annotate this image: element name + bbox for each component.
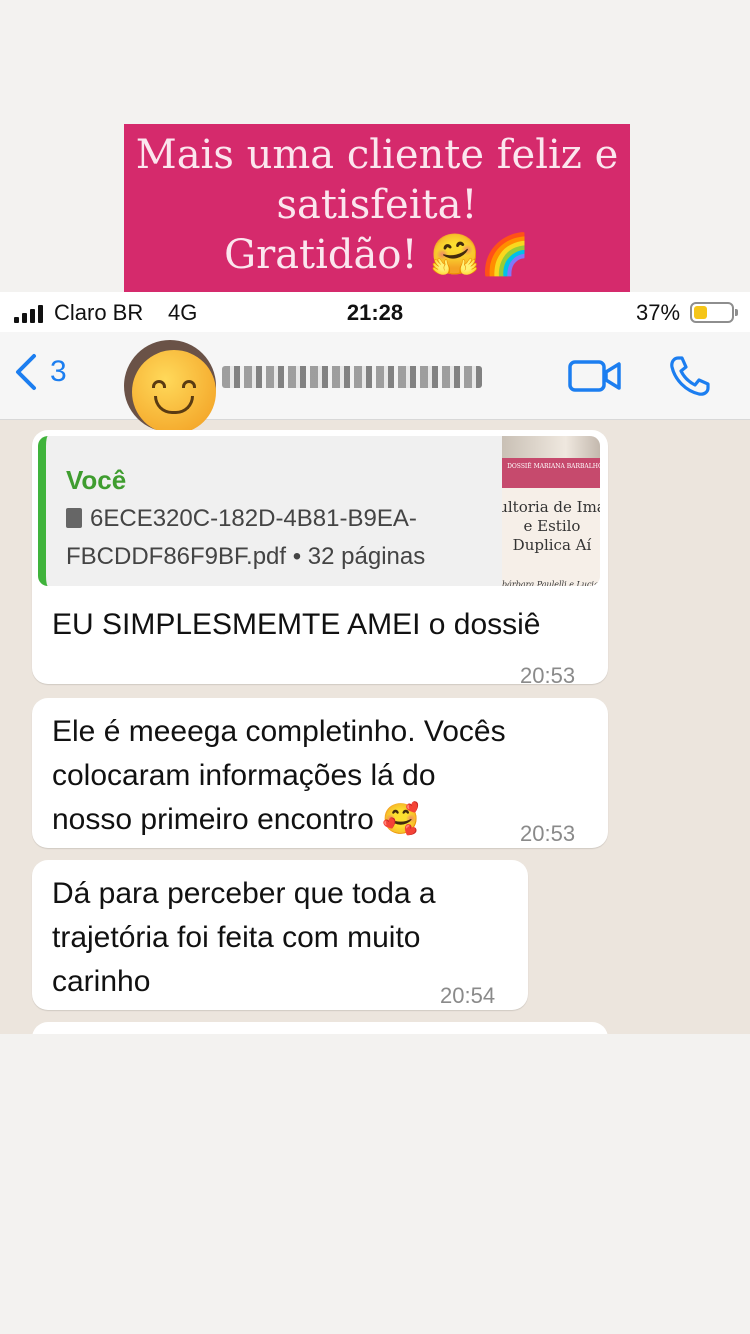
voice-call-button[interactable] [668, 354, 712, 403]
smiling-emoji-icon [132, 350, 216, 434]
message-text: EU SIMPLESMEMTE AMEI o dossiê [52, 608, 541, 641]
message-bubble[interactable]: Ele é meeega completinho. Vocês colocara… [32, 698, 608, 848]
message-line-3: nosso primeiro encontro 🥰 [52, 803, 420, 836]
quote-file-info: 6ECE320C-182D-4B81-B9EA-FBCDDF86F9BF.pdf… [66, 500, 506, 576]
message-time: 20:53 [520, 663, 576, 688]
video-call-button[interactable] [568, 358, 622, 399]
message-bubble[interactable]: Você 6ECE320C-182D-4B81-B9EA-FBCDDF86F9B… [32, 430, 608, 688]
message-line-3: carinho [52, 965, 151, 998]
message-time: 20:53 [520, 821, 576, 846]
battery-percent: 37% [636, 300, 681, 325]
thumb-title-3: Duplica Aí [512, 536, 592, 554]
quoted-document[interactable]: Você 6ECE320C-182D-4B81-B9EA-FBCDDF86F9B… [38, 436, 600, 586]
caption-line-2: satisfeita! [276, 182, 478, 228]
thumb-authors: bárbara Paulelli e Luciana Paulel [502, 580, 600, 586]
story-caption-banner: Mais uma cliente feliz e satisfeita! Gra… [124, 124, 630, 292]
message-line-2: colocaram informações lá do [52, 759, 436, 792]
thumb-band-text: DOSSIÊ MARIANA BARBALHO [502, 458, 600, 488]
message-bubble[interactable]: Dá para perceber que toda a trajetória f… [32, 860, 528, 1010]
chat-screenshot: Claro BR 4G 21:28 37% 3 Você 6ECE320C-18… [0, 292, 750, 1034]
message-line-2: trajetória foi feita com muito [52, 921, 421, 954]
caption-line-3: Gratidão! 🤗🌈 [224, 232, 530, 278]
unread-count: 3 [50, 355, 67, 388]
quote-author: Você [66, 465, 127, 495]
message-time: 20:54 [440, 983, 496, 1008]
file-name: 6ECE320C-182D-4B81-B9EA-FBCDDF86F9BF.pdf… [66, 505, 426, 570]
battery-icon [690, 302, 738, 323]
message-line-1: Dá para perceber que toda a [52, 877, 436, 910]
phone-icon [670, 356, 710, 396]
avatar[interactable] [124, 340, 216, 434]
message-bubble-partial[interactable] [32, 1022, 608, 1034]
chat-header: 3 [0, 332, 750, 434]
contact-name-redacted[interactable] [222, 366, 482, 388]
pdf-thumbnail: DOSSIÊ MARIANA BARBALHO ultoria de Ima e… [502, 436, 600, 586]
caption-line-1: Mais uma cliente feliz e [135, 132, 619, 178]
thumb-title-1: ultoria de Ima [502, 498, 600, 516]
status-bar: Claro BR 4G 21:28 37% [0, 292, 750, 332]
message-line-1: Ele é meeega completinho. Vocês [52, 715, 506, 748]
video-camera-icon [568, 360, 621, 392]
thumb-title-2: e Estilo [523, 517, 581, 535]
back-button[interactable]: 3 [14, 352, 67, 392]
document-icon [66, 508, 82, 528]
chevron-left-icon [16, 354, 36, 390]
